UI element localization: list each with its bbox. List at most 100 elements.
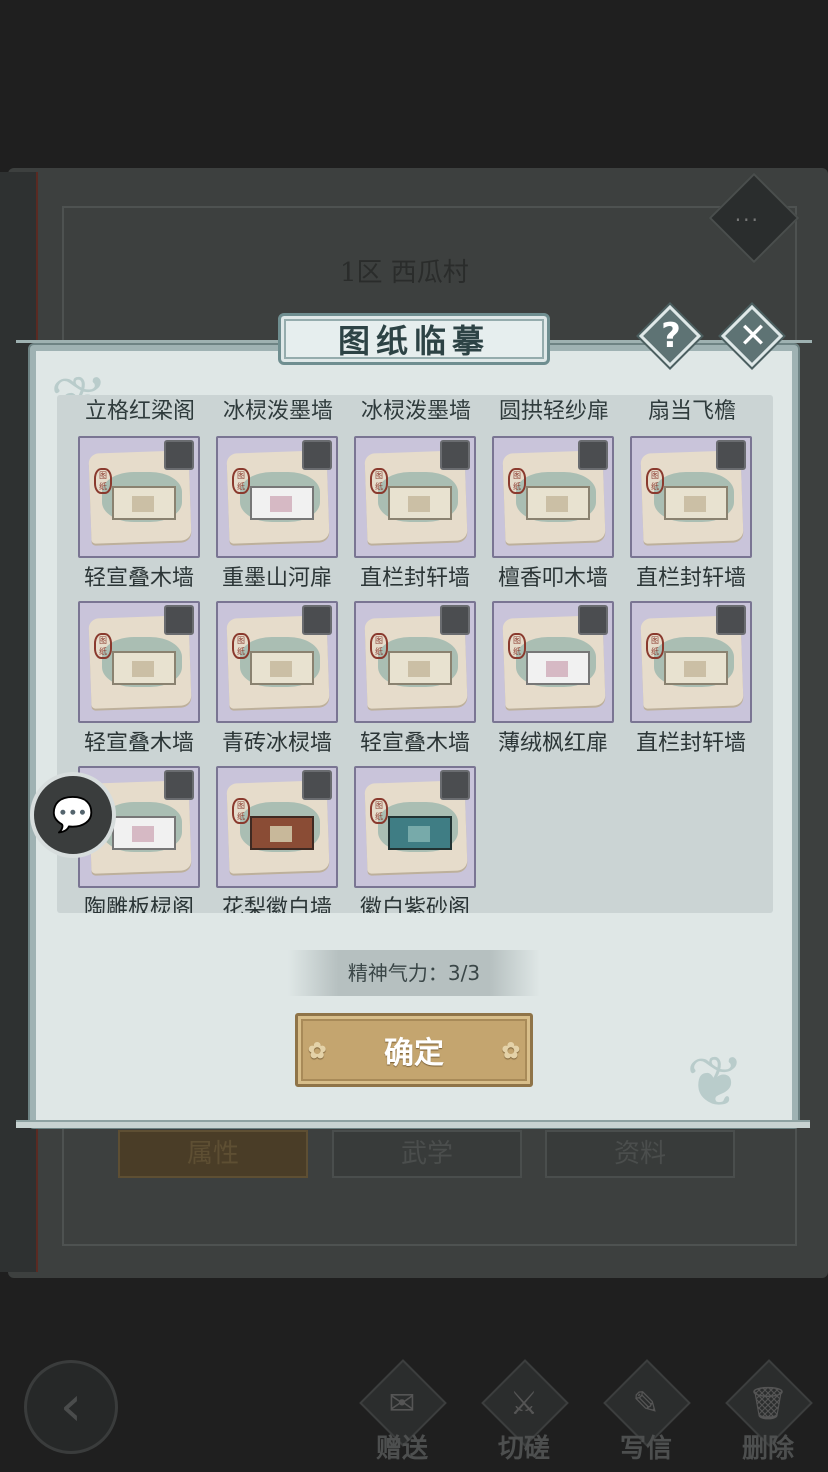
question-icon: ? bbox=[661, 316, 681, 356]
letter-icon: ✎ bbox=[632, 1384, 660, 1422]
clipped-item-name: 冰棂泼墨墙 bbox=[360, 399, 471, 424]
scroll-icon: ✉ bbox=[388, 1384, 416, 1422]
blueprint-name: 轻宣叠木墙 bbox=[83, 566, 194, 591]
blueprint-item[interactable]: 图纸 轻宣叠木墙 bbox=[354, 601, 476, 756]
action-button-2[interactable]: ✎ 写信 bbox=[596, 1359, 696, 1472]
building-icon bbox=[112, 486, 176, 520]
tab-0[interactable]: 属性 bbox=[118, 1130, 308, 1178]
select-checkbox[interactable] bbox=[440, 770, 470, 800]
blueprint-card[interactable]: 图纸 bbox=[354, 766, 476, 888]
blueprint-card[interactable]: 图纸 bbox=[630, 436, 752, 558]
blueprint-item[interactable]: 图纸檀香叩木墙 bbox=[492, 436, 614, 591]
blueprint-card[interactable]: 图纸 bbox=[216, 436, 338, 558]
action-button-3[interactable]: 🗑 删除 bbox=[718, 1359, 818, 1472]
seal-stamp-icon: 图纸 bbox=[370, 468, 388, 494]
energy-counter: 精神气力：3/3 bbox=[288, 950, 540, 996]
action-label: 写信 bbox=[619, 1434, 672, 1464]
blueprint-name: 薄绒枫红扉 bbox=[497, 731, 608, 756]
blueprint-name: 轻宣叠木墙 bbox=[359, 731, 470, 756]
flower-ornament-icon: ✿ bbox=[501, 1038, 520, 1064]
select-checkbox[interactable] bbox=[164, 440, 194, 470]
building-icon bbox=[526, 486, 590, 520]
close-button[interactable]: ✕ bbox=[720, 304, 784, 368]
chat-float-button[interactable]: 💬 bbox=[30, 772, 116, 858]
clipped-row: 立格红梁阁 冰棂泼墨墙 冰棂泼墨墙 圆拱轻纱扉 扇当飞檐 bbox=[57, 395, 773, 425]
blueprint-item[interactable]: 图纸 青砖冰棂墙 bbox=[216, 601, 338, 756]
building-icon bbox=[664, 651, 728, 685]
dialog-bottom-border bbox=[16, 1120, 810, 1128]
blueprint-item[interactable]: 图纸花梨徽白墙 bbox=[216, 766, 338, 913]
blueprint-name: 花梨徽白墙 bbox=[221, 896, 332, 913]
seal-stamp-icon: 图纸 bbox=[508, 633, 526, 659]
blueprint-item[interactable]: 图纸直栏封轩墙 bbox=[630, 436, 752, 591]
blueprint-card[interactable]: 图纸 bbox=[78, 601, 200, 723]
location-label: 1区 西瓜村 bbox=[340, 258, 469, 288]
blueprint-card[interactable]: 图纸 bbox=[216, 601, 338, 723]
blueprint-card[interactable]: 图纸 bbox=[492, 436, 614, 558]
tab-2[interactable]: 资料 bbox=[545, 1130, 735, 1178]
trash-icon: 🗑 bbox=[747, 1384, 789, 1422]
blueprint-grid[interactable]: 立格红梁阁 冰棂泼墨墙 冰棂泼墨墙 圆拱轻纱扉 扇当飞檐 图纸 轻宣叠木墙 图纸 重墨山河扉图… bbox=[57, 395, 773, 913]
blueprint-item[interactable]: 图纸薄绒枫红扉 bbox=[492, 601, 614, 756]
blueprint-name: 陶雕板棂阁 bbox=[83, 896, 194, 913]
seal-stamp-icon: 图纸 bbox=[508, 468, 526, 494]
action-label: 赠送 bbox=[375, 1434, 428, 1464]
blueprint-card[interactable]: 图纸 bbox=[354, 436, 476, 558]
sword-icon: ⚔ bbox=[509, 1384, 539, 1422]
building-icon bbox=[250, 651, 314, 685]
select-checkbox[interactable] bbox=[302, 605, 332, 635]
select-checkbox[interactable] bbox=[716, 440, 746, 470]
blueprint-name: 直栏封轩墙 bbox=[635, 566, 746, 591]
confirm-label: 确定 bbox=[384, 1036, 444, 1071]
select-checkbox[interactable] bbox=[164, 605, 194, 635]
building-icon bbox=[526, 651, 590, 685]
blueprint-card[interactable]: 图纸 bbox=[216, 766, 338, 888]
blueprint-item[interactable]: 图纸徽白紫砂阁 bbox=[354, 766, 476, 913]
action-label: 删除 bbox=[741, 1434, 794, 1464]
bamboo-decoration-icon: ❦ bbox=[686, 1041, 745, 1123]
blueprint-card[interactable]: 图纸 bbox=[354, 601, 476, 723]
select-checkbox[interactable] bbox=[716, 605, 746, 635]
close-icon: ✕ bbox=[738, 316, 768, 356]
seal-stamp-icon: 图纸 bbox=[94, 633, 112, 659]
select-checkbox[interactable] bbox=[578, 440, 608, 470]
select-checkbox[interactable] bbox=[578, 605, 608, 635]
seal-stamp-icon: 图纸 bbox=[94, 468, 112, 494]
blueprint-name: 直栏封轩墙 bbox=[359, 566, 470, 591]
blueprint-item[interactable]: 图纸 直栏封轩墙 bbox=[630, 601, 752, 756]
select-checkbox[interactable] bbox=[440, 440, 470, 470]
clipped-item-name: 冰棂泼墨墙 bbox=[222, 399, 333, 424]
seal-stamp-icon: 图纸 bbox=[646, 468, 664, 494]
dialog-title: 图纸临摹 bbox=[337, 322, 490, 360]
building-icon bbox=[250, 816, 314, 850]
help-button[interactable]: ? bbox=[638, 304, 702, 368]
building-icon bbox=[388, 816, 452, 850]
action-button-0[interactable]: ✉ 赠送 bbox=[352, 1359, 452, 1472]
blueprint-name: 檀香叩木墙 bbox=[497, 566, 608, 591]
back-button[interactable]: ‹ bbox=[24, 1360, 118, 1454]
building-icon bbox=[664, 486, 728, 520]
select-checkbox[interactable] bbox=[440, 605, 470, 635]
blueprint-card[interactable]: 图纸 bbox=[630, 601, 752, 723]
blueprint-name: 轻宣叠木墙 bbox=[83, 731, 194, 756]
blueprint-item[interactable]: 图纸轻宣叠木墙 bbox=[78, 601, 200, 756]
tab-1[interactable]: 武学 bbox=[332, 1130, 522, 1178]
blueprint-item[interactable]: 图纸轻宣叠木墙 bbox=[78, 436, 200, 591]
select-checkbox[interactable] bbox=[302, 770, 332, 800]
seal-stamp-icon: 图纸 bbox=[646, 633, 664, 659]
blueprint-card[interactable]: 图纸 bbox=[492, 601, 614, 723]
seal-stamp-icon: 图纸 bbox=[370, 798, 388, 824]
select-checkbox[interactable] bbox=[164, 770, 194, 800]
action-button-1[interactable]: ⚔ 切磋 bbox=[474, 1359, 574, 1472]
building-icon bbox=[112, 816, 176, 850]
select-checkbox[interactable] bbox=[302, 440, 332, 470]
clipped-item-name: 扇当飞檐 bbox=[647, 399, 736, 424]
chat-bubble-icon: 💬 bbox=[51, 795, 95, 835]
more-icon: ··· bbox=[734, 207, 760, 232]
confirm-button[interactable]: ✿ 确定 ✿ bbox=[295, 1013, 533, 1087]
seal-stamp-icon: 图纸 bbox=[232, 798, 250, 824]
blueprint-card[interactable]: 图纸 bbox=[78, 436, 200, 558]
blueprint-item[interactable]: 图纸直栏封轩墙 bbox=[354, 436, 476, 591]
blueprint-name: 徽白紫砂阁 bbox=[359, 896, 470, 913]
blueprint-item[interactable]: 图纸 重墨山河扉 bbox=[216, 436, 338, 591]
